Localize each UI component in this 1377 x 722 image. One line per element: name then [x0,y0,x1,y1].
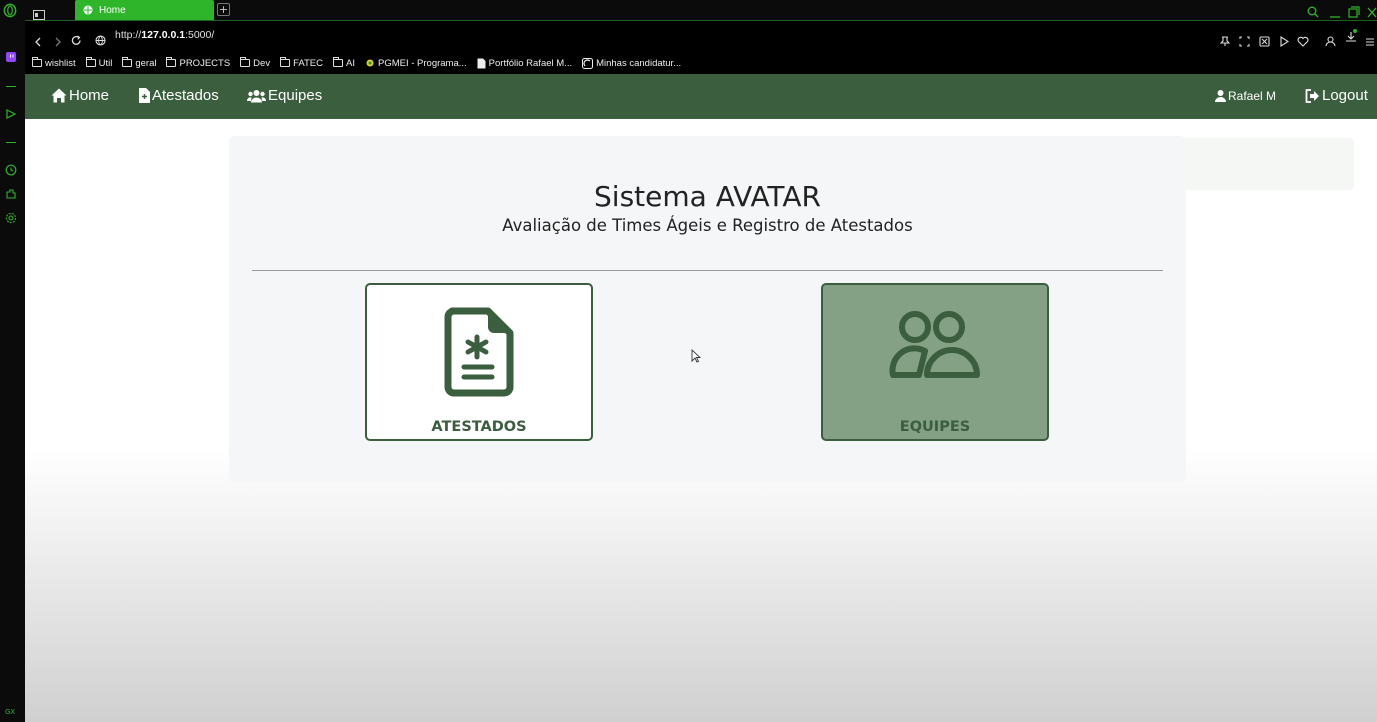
download-icon[interactable] [1345,28,1358,47]
heart-icon[interactable] [1297,32,1309,51]
nav-home-label: Home [69,87,110,104]
opera-gx-icon: GX [4,704,18,718]
send-icon[interactable] [4,107,18,121]
pin-icon[interactable] [1219,32,1231,51]
folder-icon [85,57,96,67]
settings-gear-icon[interactable] [4,211,18,225]
opera-logo-icon[interactable] [3,3,17,17]
page-subtitle: Avaliação de Times Ágeis e Registro de A… [502,216,913,235]
address-bar: http://127.0.0.1:5000/ [25,20,1377,52]
snapshot-icon[interactable] [1239,32,1250,51]
minus-icon [4,136,18,150]
tab-title: Home [99,4,126,16]
svg-text:GX: GX [5,708,15,715]
url-host: 127.0.0.1 [141,29,186,41]
folder-icon [333,57,343,67]
bookmark-label: Util [98,57,113,69]
site-icon [366,59,374,67]
globe-icon [83,5,93,15]
minus-icon [4,80,18,94]
home-icon [51,88,67,103]
web-page: Home Atestados Equipes Rafael M Logout S… [25,74,1377,722]
play-icon[interactable] [1279,32,1290,51]
file-medical-icon [444,307,514,397]
sign-out-icon [1305,88,1319,103]
bookmark-dev[interactable]: Dev [240,57,271,69]
bookmark-label: geral [135,57,157,69]
bookmark-fatec[interactable]: FATEC [280,57,323,69]
folder-icon [166,57,177,67]
url-prefix: http:// [115,29,142,41]
bookmark-label: PROJECTS [179,57,231,69]
nav-home-link[interactable]: Home [51,87,109,104]
site-icon [582,57,594,69]
equipes-tile-button[interactable]: EQUIPES [821,283,1049,441]
bookmark-label: Dev [253,57,271,69]
adblock-icon[interactable] [1259,32,1270,51]
bookmark-portfolio[interactable]: Portfólio Rafael M... [477,58,572,69]
forward-icon[interactable] [54,32,62,51]
reload-icon[interactable] [71,31,82,50]
folder-icon [240,57,251,67]
tab-home[interactable]: Home [75,0,214,20]
profile-icon[interactable] [1325,32,1336,51]
user-icon [1215,90,1226,102]
bookmark-ai[interactable]: AI [333,57,355,69]
bookmark-label: FATEC [293,57,323,69]
bookmark-candidaturas[interactable]: Minhas candidatur... [582,57,682,69]
twitch-icon[interactable] [4,50,18,64]
nav-equipes-link[interactable]: Equipes [247,87,322,104]
nav-atestados-label: Atestados [152,87,219,104]
browser-sidebar: GX [0,0,25,722]
bookmark-label: Minhas candidatur... [596,57,682,69]
browser-tab-bar: Home + [25,0,1377,20]
bookmark-label: PGMEI - Programa... [377,57,467,69]
url-field[interactable]: http://127.0.0.1:5000/ [115,29,214,41]
nav-equipes-label: Equipes [268,87,323,104]
nav-user-label: Rafael M [1228,89,1277,103]
divider [252,270,1163,271]
mouse-cursor-icon [691,348,702,367]
bookmark-label: wishlist [45,57,76,69]
bookmark-pgmei[interactable]: PGMEI - Programa... [365,58,467,69]
bookmark-projects[interactable]: PROJECTS [166,57,231,69]
url-rest: :5000/ [185,29,215,41]
document-icon [477,58,486,68]
welcome-card: Sistema AVATAR Avaliação de Times Ágeis … [229,136,1186,483]
folder-icon [32,57,42,67]
atestados-tile-label: ATESTADOS [431,419,527,435]
folder-icon [280,57,291,67]
nav-logout-link[interactable]: Logout [1305,87,1368,104]
page-title: Sistema AVATAR [594,180,821,213]
navbar: Home Atestados Equipes Rafael M Logout [25,74,1377,119]
folder-icon [122,57,133,67]
bookmark-util[interactable]: Util [85,57,113,69]
users-icon [247,89,266,102]
bookmark-wishlist[interactable]: wishlist [32,57,76,69]
nav-user-link[interactable]: Rafael M [1215,89,1276,103]
back-icon[interactable] [34,32,42,51]
extensions-icon[interactable] [4,187,18,201]
bookmark-label: AI [346,57,355,69]
nav-atestados-link[interactable]: Atestados [139,87,219,104]
bookmarks-bar: wishlist Util geral PROJECTS Dev FATEC A… [25,52,1377,74]
equipes-tile-label: EQUIPES [899,419,971,435]
atestados-tile-button[interactable]: ATESTADOS [365,283,593,441]
site-info-globe-icon[interactable] [95,31,106,50]
history-icon[interactable] [4,163,18,177]
easy-setup-icon[interactable] [1365,32,1375,51]
new-tab-button[interactable]: + [217,3,230,16]
bookmark-label: Portfólio Rafael M... [488,57,573,69]
file-medical-icon [139,88,150,103]
nav-logout-label: Logout [1322,87,1368,104]
users-icon [889,311,980,378]
bookmark-geral[interactable]: geral [122,57,157,69]
